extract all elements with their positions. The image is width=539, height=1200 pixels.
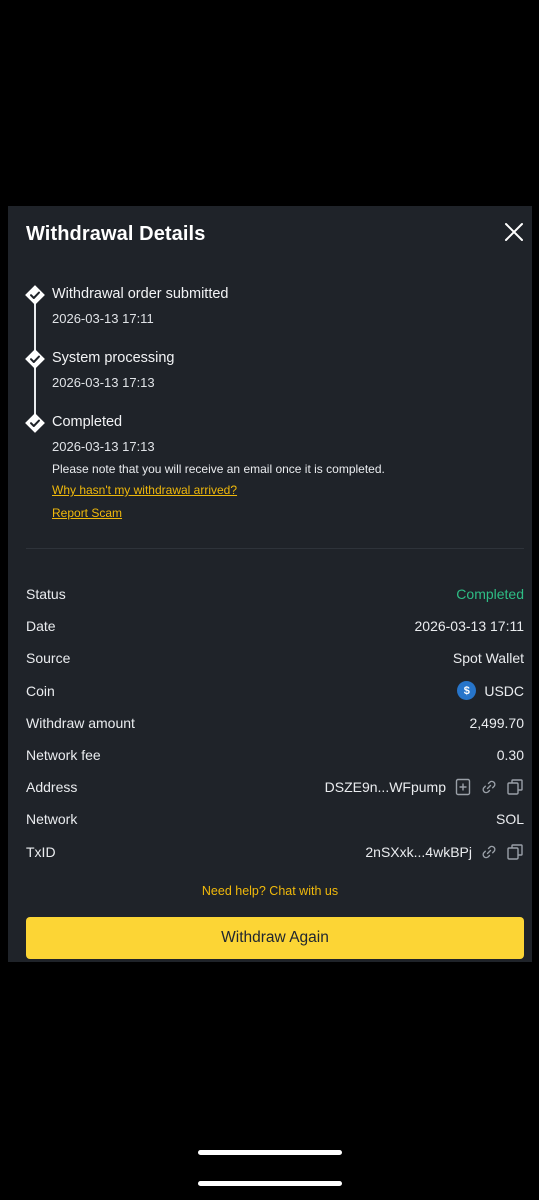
detail-row-date: Date 2026-03-13 17:11 [26, 610, 524, 642]
link-icon[interactable] [480, 778, 498, 796]
detail-row-amount: Withdraw amount 2,499.70 [26, 707, 524, 739]
coin-label: Coin [26, 682, 55, 699]
usdc-icon: $ [457, 681, 477, 701]
fee-label: Network fee [26, 747, 101, 764]
detail-row-network: Network SOL [26, 803, 524, 835]
status-label: Status [26, 586, 66, 603]
check-circle-icon [24, 412, 46, 434]
coin-value-group: $ USDC [457, 681, 524, 701]
network-label: Network [26, 811, 78, 828]
address-value-group: DSZE9n...WFpump [325, 778, 524, 796]
detail-row-source: Source Spot Wallet [26, 642, 524, 674]
link-icon[interactable] [480, 843, 498, 861]
withdrawal-details-modal: Withdrawal Details Withdrawal order subm… [8, 206, 532, 962]
detail-row-status: Status Completed [26, 578, 524, 610]
source-label: Source [26, 650, 71, 667]
detail-row-txid: TxID 2nSXxk...4wkBPj [26, 836, 524, 868]
network-value: SOL [495, 811, 524, 828]
details-list: Status Completed Date 2026-03-13 17:11 S… [26, 578, 524, 868]
help-chat-link[interactable]: Need help? Chat with us [8, 884, 532, 898]
home-indicator [198, 1150, 342, 1155]
step-label: Completed [52, 414, 123, 430]
detail-row-address: Address DSZE9n...WFpump [26, 771, 524, 803]
amount-value: 2,499.70 [469, 714, 525, 731]
close-icon[interactable] [502, 220, 526, 244]
email-note: Please note that you will receive an ema… [52, 462, 385, 476]
status-badge: Completed [456, 586, 524, 603]
step-time: 2026-03-13 17:13 [52, 375, 155, 390]
coin-value: USDC [484, 682, 524, 699]
copy-icon[interactable] [506, 843, 524, 861]
address-label: Address [26, 779, 78, 796]
report-scam-link[interactable]: Report Scam [52, 506, 122, 520]
check-circle-icon [24, 284, 46, 306]
address-value: DSZE9n...WFpump [324, 779, 446, 796]
txid-value: 2nSXxk...4wkBPj [365, 843, 472, 860]
fee-value: 0.30 [496, 747, 524, 764]
address-book-icon[interactable] [454, 778, 472, 796]
copy-icon[interactable] [506, 778, 524, 796]
check-circle-icon [24, 348, 46, 370]
step-label: System processing [52, 350, 175, 366]
step-time: 2026-03-13 17:13 [52, 439, 155, 454]
detail-row-coin: Coin $ USDC [26, 675, 524, 707]
amount-label: Withdraw amount [26, 714, 135, 731]
source-value: Spot Wallet [452, 650, 524, 667]
why-not-arrived-link[interactable]: Why hasn't my withdrawal arrived? [52, 483, 237, 497]
step-time: 2026-03-13 17:11 [52, 311, 154, 326]
step-label: Withdrawal order submitted [52, 286, 229, 302]
txid-label: TxID [26, 843, 56, 860]
modal-title: Withdrawal Details [26, 223, 206, 245]
txid-value-group: 2nSXxk...4wkBPj [365, 843, 524, 861]
date-label: Date [26, 618, 56, 635]
withdraw-again-button[interactable]: Withdraw Again [26, 917, 524, 959]
detail-row-fee: Network fee 0.30 [26, 739, 524, 771]
divider [26, 548, 524, 549]
home-indicator [198, 1181, 342, 1186]
date-value: 2026-03-13 17:11 [414, 618, 525, 635]
